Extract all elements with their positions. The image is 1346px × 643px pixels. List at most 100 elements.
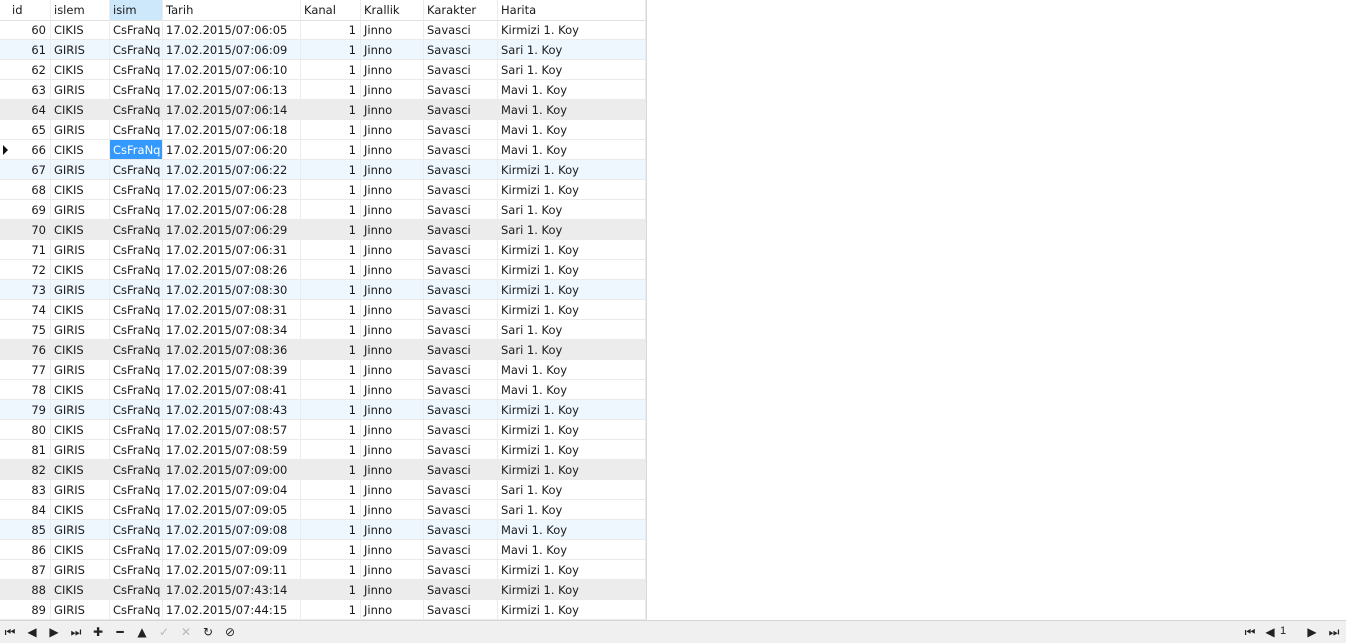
table-row[interactable]: 89 GIRIS CsFraNq 17.02.2015/07:44:15 1 Jinno S… (0, 600, 646, 620)
cell-id[interactable]: 71 (0, 240, 51, 260)
cell-kanal[interactable]: 1 (301, 200, 361, 220)
cell-kanal[interactable]: 1 (301, 320, 361, 340)
cell-karakter[interactable]: Savasci (424, 280, 498, 300)
prev-page-icon[interactable]: ◀ (1260, 622, 1280, 642)
cell-tarih[interactable]: 17.02.2015/07:06:23 (163, 180, 301, 200)
table-row[interactable]: 67 GIRIS CsFraNq 17.02.2015/07:06:22 1 Jinno S… (0, 160, 646, 180)
cell-isim[interactable]: CsFraNq (110, 560, 163, 580)
cell-harita[interactable]: Mavi 1. Koy (498, 120, 646, 140)
cell-kanal[interactable]: 1 (301, 480, 361, 500)
cell-harita[interactable]: Kirmizi 1. Koy (498, 240, 646, 260)
cell-id[interactable]: 70 (0, 220, 51, 240)
cell-krallik[interactable]: Jinno (361, 120, 424, 140)
table-row[interactable]: 60 CIKIS CsFraNq 17.02.2015/07:06:05 1 Jinno S… (0, 20, 646, 40)
cell-id[interactable]: 62 (0, 60, 51, 80)
cell-tarih[interactable]: 17.02.2015/07:08:57 (163, 420, 301, 440)
cell-tarih[interactable]: 17.02.2015/07:08:36 (163, 340, 301, 360)
cell-kanal[interactable]: 1 (301, 600, 361, 620)
cell-tarih[interactable]: 17.02.2015/07:09:11 (163, 560, 301, 580)
cell-harita[interactable]: Sari 1. Koy (498, 60, 646, 80)
cell-krallik[interactable]: Jinno (361, 600, 424, 620)
cell-karakter[interactable]: Savasci (424, 340, 498, 360)
cell-id[interactable]: 76 (0, 340, 51, 360)
cell-id[interactable]: 69 (0, 200, 51, 220)
cell-isim[interactable]: CsFraNq (110, 500, 163, 520)
delete-record-icon[interactable]: ━ (110, 622, 130, 642)
cell-isim[interactable]: CsFraNq (110, 20, 163, 40)
cell-harita[interactable]: Kirmizi 1. Koy (498, 440, 646, 460)
cell-harita[interactable]: Mavi 1. Koy (498, 380, 646, 400)
cell-harita[interactable]: Sari 1. Koy (498, 200, 646, 220)
cell-islem[interactable]: CIKIS (51, 100, 110, 120)
table-row[interactable]: 70 CIKIS CsFraNq 17.02.2015/07:06:29 1 Jinno S… (0, 220, 646, 240)
cell-id[interactable]: 60 (0, 20, 51, 40)
cell-islem[interactable]: CIKIS (51, 580, 110, 600)
cell-kanal[interactable]: 1 (301, 300, 361, 320)
cell-krallik[interactable]: Jinno (361, 240, 424, 260)
table-row[interactable]: 66 CIKIS CsFraNq 17.02.2015/07:06:20 1 Jinno S… (0, 140, 646, 160)
cell-krallik[interactable]: Jinno (361, 320, 424, 340)
table-row[interactable]: 84 CIKIS CsFraNq 17.02.2015/07:09:05 1 Jinno S… (0, 500, 646, 520)
cell-karakter[interactable]: Savasci (424, 240, 498, 260)
first-page-icon[interactable]: ⏮ (1240, 622, 1260, 642)
cell-isim[interactable]: CsFraNq (110, 540, 163, 560)
cell-harita[interactable]: Sari 1. Koy (498, 220, 646, 240)
cell-kanal[interactable]: 1 (301, 540, 361, 560)
column-header-karakter[interactable]: Karakter (424, 0, 498, 20)
cell-kanal[interactable]: 1 (301, 220, 361, 240)
table-row[interactable]: 88 CIKIS CsFraNq 17.02.2015/07:43:14 1 Jinno S… (0, 580, 646, 600)
stop-icon[interactable]: ⊘ (220, 622, 240, 642)
data-grid[interactable]: id islem isim Tarih Kanal Krallik Karakter Hari… (0, 0, 647, 620)
cell-karakter[interactable]: Savasci (424, 500, 498, 520)
cell-id[interactable]: 88 (0, 580, 51, 600)
table-row[interactable]: 65 GIRIS CsFraNq 17.02.2015/07:06:18 1 Jinno S… (0, 120, 646, 140)
cell-isim[interactable]: CsFraNq (110, 60, 163, 80)
cell-tarih[interactable]: 17.02.2015/07:08:41 (163, 380, 301, 400)
cell-kanal[interactable]: 1 (301, 360, 361, 380)
cell-kanal[interactable]: 1 (301, 160, 361, 180)
cell-id[interactable]: 67 (0, 160, 51, 180)
cell-karakter[interactable]: Savasci (424, 600, 498, 620)
table-row[interactable]: 85 GIRIS CsFraNq 17.02.2015/07:09:08 1 Jinno S… (0, 520, 646, 540)
cell-kanal[interactable]: 1 (301, 380, 361, 400)
cell-islem[interactable]: GIRIS (51, 560, 110, 580)
cell-harita[interactable]: Kirmizi 1. Koy (498, 300, 646, 320)
cell-isim[interactable]: CsFraNq (110, 260, 163, 280)
cell-tarih[interactable]: 17.02.2015/07:09:04 (163, 480, 301, 500)
cell-tarih[interactable]: 17.02.2015/07:09:00 (163, 460, 301, 480)
cell-islem[interactable]: GIRIS (51, 600, 110, 620)
cell-id[interactable]: 66 (0, 140, 51, 160)
cell-islem[interactable]: CIKIS (51, 60, 110, 80)
cell-harita[interactable]: Sari 1. Koy (498, 340, 646, 360)
cell-harita[interactable]: Sari 1. Koy (498, 480, 646, 500)
cell-krallik[interactable]: Jinno (361, 560, 424, 580)
cell-harita[interactable]: Mavi 1. Koy (498, 360, 646, 380)
cell-kanal[interactable]: 1 (301, 560, 361, 580)
cell-isim[interactable]: CsFraNq (110, 520, 163, 540)
cell-isim[interactable]: CsFraNq (110, 80, 163, 100)
cell-karakter[interactable]: Savasci (424, 580, 498, 600)
cell-karakter[interactable]: Savasci (424, 300, 498, 320)
table-row[interactable]: 63 GIRIS CsFraNq 17.02.2015/07:06:13 1 Jinno S… (0, 80, 646, 100)
column-header-harita[interactable]: Harita (498, 0, 646, 20)
cell-tarih[interactable]: 17.02.2015/07:06:10 (163, 60, 301, 80)
cell-isim[interactable]: CsFraNq (110, 40, 163, 60)
cell-karakter[interactable]: Savasci (424, 520, 498, 540)
cell-id[interactable]: 81 (0, 440, 51, 460)
cell-krallik[interactable]: Jinno (361, 540, 424, 560)
cell-harita[interactable]: Mavi 1. Koy (498, 100, 646, 120)
table-row[interactable]: 78 CIKIS CsFraNq 17.02.2015/07:08:41 1 Jinno S… (0, 380, 646, 400)
cell-tarih[interactable]: 17.02.2015/07:08:31 (163, 300, 301, 320)
cell-kanal[interactable]: 1 (301, 420, 361, 440)
cell-karakter[interactable]: Savasci (424, 140, 498, 160)
cell-id[interactable]: 79 (0, 400, 51, 420)
cell-islem[interactable]: CIKIS (51, 340, 110, 360)
cell-krallik[interactable]: Jinno (361, 260, 424, 280)
cell-tarih[interactable]: 17.02.2015/07:06:22 (163, 160, 301, 180)
cell-karakter[interactable]: Savasci (424, 540, 498, 560)
cell-isim[interactable]: CsFraNq (110, 420, 163, 440)
cell-tarih[interactable]: 17.02.2015/07:06:20 (163, 140, 301, 160)
table-row[interactable]: 77 GIRIS CsFraNq 17.02.2015/07:08:39 1 Jinno S… (0, 360, 646, 380)
table-row[interactable]: 82 CIKIS CsFraNq 17.02.2015/07:09:00 1 Jinno S… (0, 460, 646, 480)
cell-kanal[interactable]: 1 (301, 40, 361, 60)
